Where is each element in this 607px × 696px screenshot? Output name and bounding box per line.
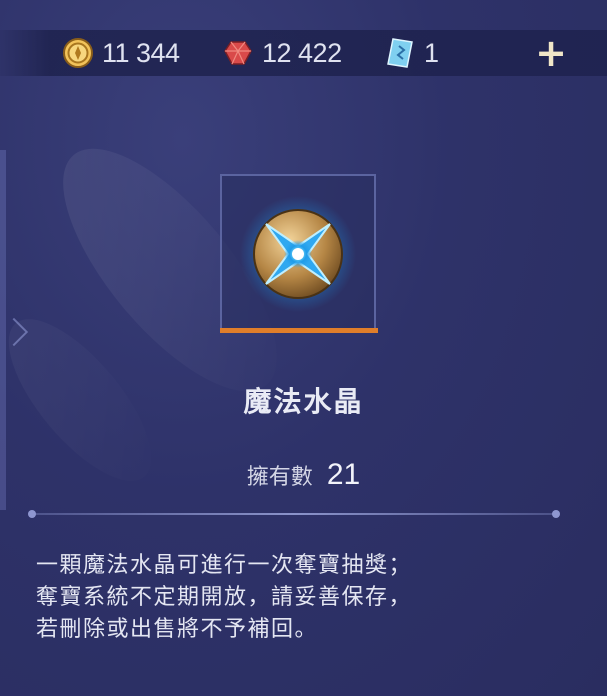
magic-crystal-icon — [236, 192, 360, 320]
rarity-bar — [220, 328, 378, 333]
blue-ticket-icon — [382, 35, 418, 71]
owned-label: 擁有數 — [246, 465, 313, 490]
gold-amount: 11 344 — [102, 37, 180, 68]
gold-currency: 11 344 — [60, 30, 180, 76]
ticket-amount: 1 — [424, 37, 439, 68]
item-description: 一顆魔法水晶可進行一次奪寶抽獎； 奪寶系統不定期開放，請妥善保存， 若刪除或出售… — [36, 550, 576, 646]
ticket-currency: 1 — [382, 30, 439, 76]
currency-bar: 11 344 12 422 1 + — [0, 30, 607, 76]
owned-count: 21 — [326, 458, 361, 491]
add-currency-button[interactable]: + — [535, 34, 567, 72]
red-gem-icon — [220, 35, 256, 71]
gem-amount: 12 422 — [262, 37, 342, 68]
gem-currency: 12 422 — [220, 30, 342, 76]
description-line: 若刪除或出售將不予補回。 — [36, 617, 319, 642]
divider — [28, 510, 560, 518]
item-name: 魔法水晶 — [243, 385, 364, 418]
owned-count-row: 擁有數 21 — [0, 458, 607, 492]
description-line: 奪寶系統不定期開放，請妥善保存， — [36, 585, 413, 610]
gold-coin-icon — [60, 35, 96, 71]
description-line: 一顆魔法水晶可進行一次奪寶抽獎； — [36, 553, 413, 578]
